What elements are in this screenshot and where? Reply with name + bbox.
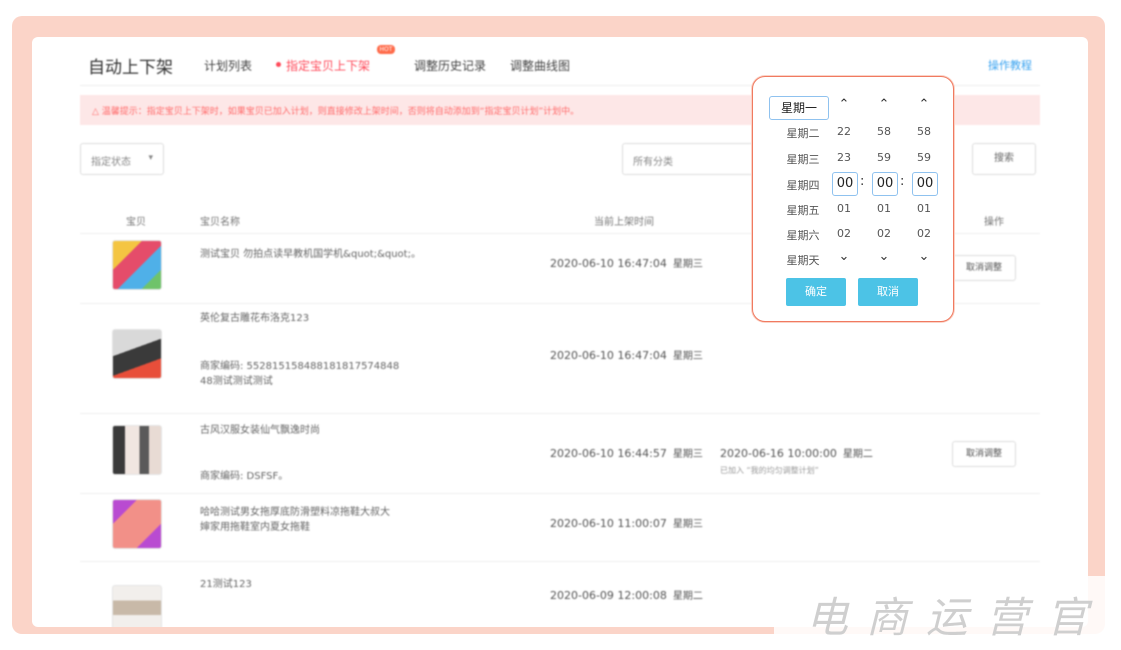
current-shelf-time: 2020-06-10 16:47:04 星期三 xyxy=(550,347,703,362)
col-header-action: 操作 xyxy=(984,217,1004,228)
second-option[interactable]: 01 xyxy=(909,202,939,215)
weekday-option[interactable]: 星期三 xyxy=(783,151,823,167)
col-header-item: 宝贝 xyxy=(126,217,146,228)
hour-down-icon[interactable]: ⌄ xyxy=(829,249,859,264)
merchant-code: 商家编码: 552815158488181817574848​48测试测试测试 xyxy=(200,361,400,387)
tab-plan-list[interactable]: 计划列表 xyxy=(204,57,252,74)
minute-option[interactable]: 58 xyxy=(869,125,899,138)
weekday-text: 星期三 xyxy=(672,351,703,362)
time-text: 2020-06-10 11:00:07 xyxy=(550,517,667,530)
product-thumbnail[interactable] xyxy=(112,329,162,379)
category-select-value: 所有分类 xyxy=(633,157,673,168)
product-thumbnail[interactable] xyxy=(112,425,162,475)
active-tab-dot xyxy=(276,62,281,67)
cancel-button[interactable]: 取消 xyxy=(858,278,918,306)
minute-input[interactable]: 00 xyxy=(872,172,898,196)
time-text: 2020-06-10 16:44:57 xyxy=(550,447,667,460)
second-input[interactable]: 00 xyxy=(912,172,938,196)
weekday-option-selected[interactable]: 星期一 xyxy=(769,96,829,120)
product-thumbnail[interactable] xyxy=(112,585,162,627)
confirm-button[interactable]: 确定 xyxy=(786,278,846,306)
tab-specified-items[interactable]: 指定宝贝上下架 xyxy=(286,57,370,74)
weekday-text: 星期三 xyxy=(672,519,703,530)
row-divider xyxy=(80,493,1040,494)
chevron-down-icon: ▾ xyxy=(148,153,153,163)
product-name[interactable]: 21测试123 xyxy=(200,577,400,592)
hour-option[interactable]: 01 xyxy=(829,202,859,215)
hour-input[interactable]: 00 xyxy=(832,172,858,196)
current-shelf-time: 2020-06-10 16:47:04 星期三 xyxy=(550,255,703,270)
time-text: 2020-06-09 12:00:08 xyxy=(550,589,667,602)
row-divider xyxy=(80,561,1040,562)
current-shelf-time: 2020-06-09 12:00:08 星期二 xyxy=(550,587,703,602)
weekday-text: 星期三 xyxy=(672,449,703,460)
second-option[interactable]: 58 xyxy=(909,125,939,138)
tab-adjust-curve[interactable]: 调整曲线图 xyxy=(510,57,570,74)
minute-down-icon[interactable]: ⌄ xyxy=(869,249,899,264)
merchant-code: 商家编码: DSFSF。 xyxy=(200,471,289,482)
watermark: 电商运营官 xyxy=(774,576,1121,650)
second-option[interactable]: 02 xyxy=(909,227,939,240)
col-header-name: 宝贝名称 xyxy=(200,217,240,228)
second-up-icon[interactable]: ⌃ xyxy=(909,97,939,112)
cancel-adjust-button[interactable]: 取消调整 xyxy=(952,255,1016,281)
time-text: 2020-06-10 16:47:04 xyxy=(550,349,667,362)
watermark-text: 电商运营官 xyxy=(806,593,1107,642)
time-separator: : xyxy=(900,174,905,189)
current-shelf-time: 2020-06-10 16:44:57 星期三 xyxy=(550,445,703,460)
second-down-icon[interactable]: ⌄ xyxy=(909,249,939,264)
weekday-option[interactable]: 星期二 xyxy=(783,125,823,141)
row-divider xyxy=(80,413,1040,414)
second-option[interactable]: 59 xyxy=(909,151,939,164)
hot-badge: HOT xyxy=(377,45,395,54)
search-button[interactable]: 搜索 xyxy=(972,143,1036,175)
time-text: 2020-06-10 16:47:04 xyxy=(550,257,667,270)
weekday-option[interactable]: 星期天 xyxy=(783,252,823,268)
page-title: 自动上下架 xyxy=(88,58,173,78)
weekday-text: 星期二 xyxy=(842,449,873,460)
weekday-option[interactable]: 星期五 xyxy=(783,202,823,218)
weekday-time-picker: 星期一 星期二 星期三 星期四 星期五 星期六 星期天 ⌃ ⌃ ⌃ 22 58 … xyxy=(752,76,954,322)
col-header-current-time: 当前上架时间 xyxy=(594,217,654,228)
weekday-text: 星期三 xyxy=(672,259,703,270)
cancel-adjust-button[interactable]: 取消调整 xyxy=(952,441,1016,467)
weekday-option[interactable]: 星期四 xyxy=(783,177,823,193)
tab-adjust-history[interactable]: 调整历史记录 xyxy=(414,57,486,74)
minute-option[interactable]: 59 xyxy=(869,151,899,164)
product-name[interactable]: 古风汉服女装仙气飘逸时尚 xyxy=(200,423,520,438)
hour-option[interactable]: 22 xyxy=(829,125,859,138)
category-select[interactable]: 所有分类 xyxy=(622,143,754,175)
product-name[interactable]: 测试宝贝 勿拍点读早教机国学机&quot;&quot;。 xyxy=(200,247,520,262)
weekday-option[interactable]: 星期六 xyxy=(783,227,823,243)
hour-option[interactable]: 23 xyxy=(829,151,859,164)
minute-option[interactable]: 02 xyxy=(869,227,899,240)
notice-text: △ 温馨提示：指定宝贝上下架时，如果宝贝已加入计划，则直接修改上架时间，否则将自… xyxy=(92,107,580,117)
help-link[interactable]: 操作教程 xyxy=(988,57,1032,73)
hour-up-icon[interactable]: ⌃ xyxy=(829,97,859,112)
minute-option[interactable]: 01 xyxy=(869,202,899,215)
time-text: 2020-06-16 10:00:00 xyxy=(720,447,837,460)
current-shelf-time: 2020-06-10 11:00:07 星期三 xyxy=(550,515,703,530)
weekday-text: 星期二 xyxy=(672,591,703,602)
minute-up-icon[interactable]: ⌃ xyxy=(869,97,899,112)
product-name[interactable]: 哈哈测试男女拖厚底防滑塑料凉拖鞋大叔大婶家用拖鞋室内夏女拖鞋 xyxy=(200,505,390,535)
time-separator: : xyxy=(860,174,865,189)
product-thumbnail[interactable] xyxy=(112,499,162,549)
status-select-value: 指定状态 xyxy=(91,157,131,168)
product-name[interactable]: 英伦复古雕花布洛克123 xyxy=(200,311,520,326)
hour-option[interactable]: 02 xyxy=(829,227,859,240)
plan-note: 已加入 “我的均匀调整计划” xyxy=(720,466,819,475)
product-thumbnail[interactable] xyxy=(112,240,162,290)
adjusted-shelf-time: 2020-06-16 10:00:00 星期二 xyxy=(720,445,873,460)
status-select[interactable]: 指定状态 ▾ xyxy=(80,143,164,175)
